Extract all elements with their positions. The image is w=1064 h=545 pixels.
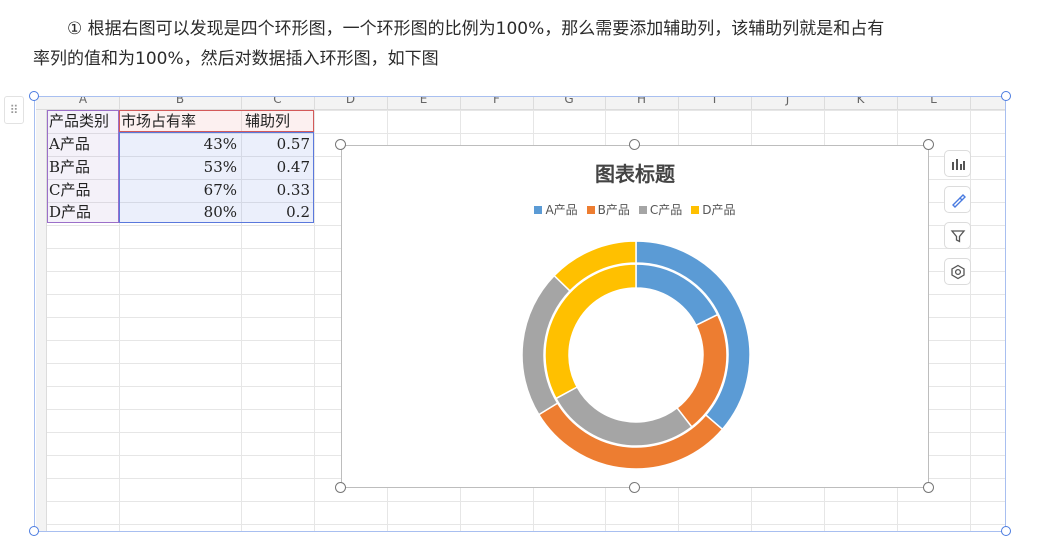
- chart-handle-bottom-left[interactable]: [335, 482, 346, 493]
- chart-handle-bottom-center[interactable]: [629, 482, 640, 493]
- step-marker: ①: [67, 19, 83, 39]
- paragraph-line-2: 率列的值和为100%，然后对数据插入环形图，如下图: [33, 49, 439, 69]
- doughnut-plot[interactable]: [342, 146, 928, 487]
- resize-handle-bottom-right[interactable]: [1001, 526, 1011, 536]
- chart-filter-icon[interactable]: [944, 222, 971, 249]
- chart-elements-icon[interactable]: [944, 150, 971, 177]
- chart-handle-bottom-right[interactable]: [923, 482, 934, 493]
- chart-handle-top-right[interactable]: [923, 139, 934, 150]
- chart-handle-top-left[interactable]: [335, 139, 346, 150]
- doughnut-chart[interactable]: 图表标题 A产品 B产品 C产品 D产品: [341, 145, 929, 488]
- resize-handle-top-right[interactable]: [1001, 91, 1011, 101]
- resize-handle-top-left[interactable]: [29, 91, 39, 101]
- chart-style-icon[interactable]: [944, 186, 971, 213]
- drag-handle-icon[interactable]: ⠿: [4, 96, 24, 124]
- resize-handle-bottom-left[interactable]: [29, 526, 39, 536]
- paragraph-line-1: 根据右图可以发现是四个环形图，一个环形图的比例为100%，那么需要添加辅助列，该…: [87, 19, 885, 39]
- chart-settings-icon[interactable]: [944, 258, 971, 285]
- chart-handle-top-center[interactable]: [629, 139, 640, 150]
- instruction-paragraph: ① 根据右图可以发现是四个环形图，一个环形图的比例为100%，那么需要添加辅助列…: [33, 14, 1023, 74]
